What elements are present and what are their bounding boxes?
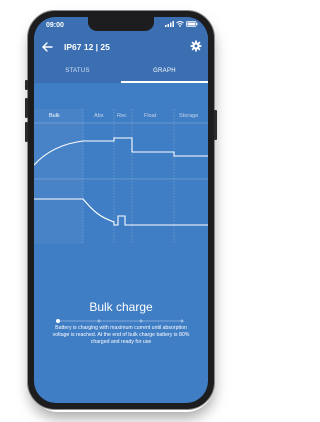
phone-screen: 09:00 IP67 12 | 25 STATUS GRAPH Bulk Abs… xyxy=(34,17,208,403)
volume-up-button xyxy=(25,98,28,118)
step-dot xyxy=(180,319,184,323)
battery-icon xyxy=(186,21,198,27)
phase-title: Bulk charge xyxy=(89,300,153,314)
app-header: IP67 12 | 25 STATUS GRAPH xyxy=(34,33,208,83)
step-dot xyxy=(139,319,143,323)
notch xyxy=(88,17,154,31)
tab-status[interactable]: STATUS xyxy=(34,64,121,82)
mute-switch xyxy=(25,80,28,90)
status-time: 09:00 xyxy=(46,22,64,29)
charge-curves xyxy=(34,109,208,244)
step-dot xyxy=(97,319,101,323)
power-button xyxy=(214,110,217,140)
charge-graph: Bulk Abs Rec Float Storage xyxy=(34,109,208,244)
tab-graph[interactable]: GRAPH xyxy=(121,64,208,82)
volume-down-button xyxy=(25,122,28,142)
phase-description: Battery is charging with maximum current… xyxy=(52,325,190,346)
status-icons xyxy=(165,21,198,27)
active-tab-indicator xyxy=(121,81,208,83)
phase-step-indicator[interactable] xyxy=(56,319,184,323)
gear-icon[interactable] xyxy=(190,40,202,52)
signal-icon xyxy=(165,21,174,27)
page-title: IP67 12 | 25 xyxy=(64,42,110,52)
voltage-curve xyxy=(34,137,208,166)
step-dot-active xyxy=(56,319,60,323)
phase-dividers xyxy=(82,109,175,244)
current-curve xyxy=(34,198,208,226)
wifi-icon xyxy=(176,21,184,27)
back-arrow-icon[interactable] xyxy=(40,40,54,54)
